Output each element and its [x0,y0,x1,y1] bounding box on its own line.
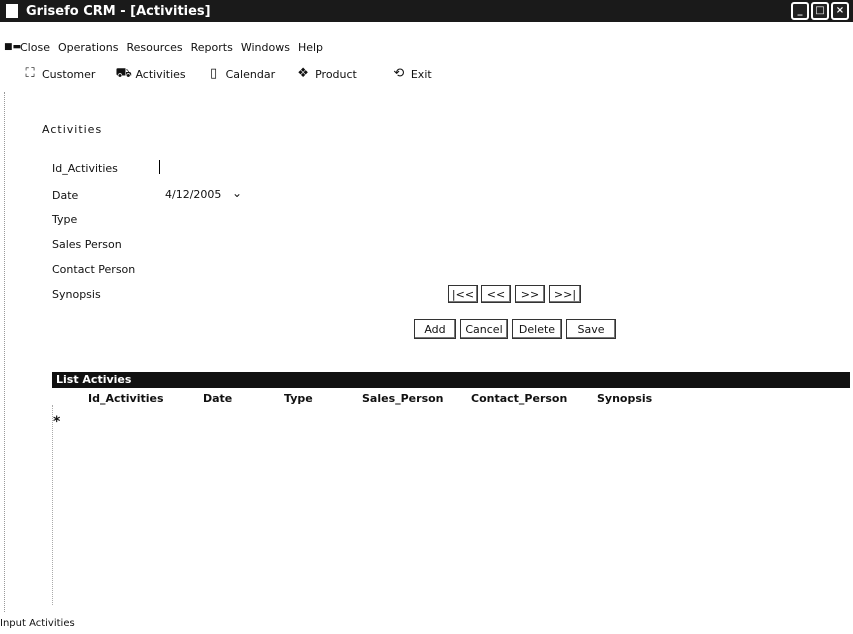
maximize-button[interactable]: □ [811,2,829,20]
menu-reports[interactable]: Reports [191,41,233,54]
form-border [4,92,5,612]
id-activities-label: Id_Activities [52,162,118,175]
first-record-button[interactable]: |<< [448,285,478,303]
app-icon [6,4,18,18]
column-header-contact-person[interactable]: Contact_Person [471,392,567,405]
menu-operations[interactable]: Operations [58,41,118,54]
toolbar-customer-label: Customer [42,67,96,81]
window-title: Grisefo CRM - [Activities] [26,3,211,19]
title-bar: Grisefo CRM - [Activities] _ □ × [0,0,853,22]
mdi-child-icon[interactable]: ■▬ [4,42,21,52]
last-record-button[interactable]: >>| [549,285,581,303]
list-title: List Activies [56,373,132,386]
column-header-id-activities[interactable]: Id_Activities [88,392,164,405]
list-header: List Activies [52,372,850,388]
toolbar: ⛶ Customer ⛟ Activities ▯ Calendar ❖ Pro… [0,60,853,88]
sales-person-label: Sales Person [52,238,122,251]
synopsis-label: Synopsis [52,288,101,301]
previous-record-button[interactable]: << [481,285,511,303]
new-row-marker[interactable]: * [53,414,60,430]
product-icon: ❖ [297,66,309,81]
close-button[interactable]: × [831,2,849,20]
menu-windows[interactable]: Windows [241,41,290,54]
cancel-button[interactable]: Cancel [460,319,508,339]
list-grid[interactable] [52,405,53,605]
activities-icon: ⛟ [115,66,132,81]
toolbar-exit-button[interactable]: ⟲ Exit [391,66,432,82]
add-button[interactable]: Add [414,319,456,339]
toolbar-product-label: Product [315,67,357,81]
id-activities-input[interactable] [159,160,160,174]
contact-person-label: Contact Person [52,263,136,276]
toolbar-calendar-label: Calendar [225,67,276,81]
toolbar-exit-label: Exit [410,67,432,81]
toolbar-customer-button[interactable]: ⛶ Customer [22,66,95,82]
menu-help[interactable]: Help [298,41,323,54]
menu-bar: ■▬ Close Operations Resources Reports Wi… [0,38,853,56]
window-controls: _ □ × [791,2,849,20]
menu-resources[interactable]: Resources [126,41,182,54]
toolbar-product-button[interactable]: ❖ Product [295,66,357,82]
status-bar: Input Activities [0,618,75,629]
save-button[interactable]: Save [566,319,616,339]
delete-button[interactable]: Delete [512,319,562,339]
date-label: Date [52,189,79,202]
calendar-icon: ▯ [210,66,218,81]
next-record-button[interactable]: >> [515,285,545,303]
minimize-button[interactable]: _ [791,2,809,20]
toolbar-activities-label: Activities [135,67,186,81]
chevron-down-icon[interactable]: ⌄ [232,186,242,200]
app-window: Grisefo CRM - [Activities] _ □ × ■▬ Clos… [0,0,853,634]
form-title: Activities [42,123,103,136]
toolbar-activities-button[interactable]: ⛟ Activities [115,66,185,82]
column-header-date[interactable]: Date [203,392,232,405]
column-header-synopsis[interactable]: Synopsis [597,392,652,405]
exit-icon: ⟲ [393,66,405,81]
menu-close[interactable]: Close [20,41,50,54]
column-header-sales-person[interactable]: Sales_Person [362,392,444,405]
type-label: Type [52,213,78,226]
column-header-type[interactable]: Type [284,392,313,405]
customer-icon: ⛶ [25,66,35,81]
toolbar-calendar-button[interactable]: ▯ Calendar [206,66,275,82]
date-picker[interactable]: 4/12/2005 [165,188,221,201]
